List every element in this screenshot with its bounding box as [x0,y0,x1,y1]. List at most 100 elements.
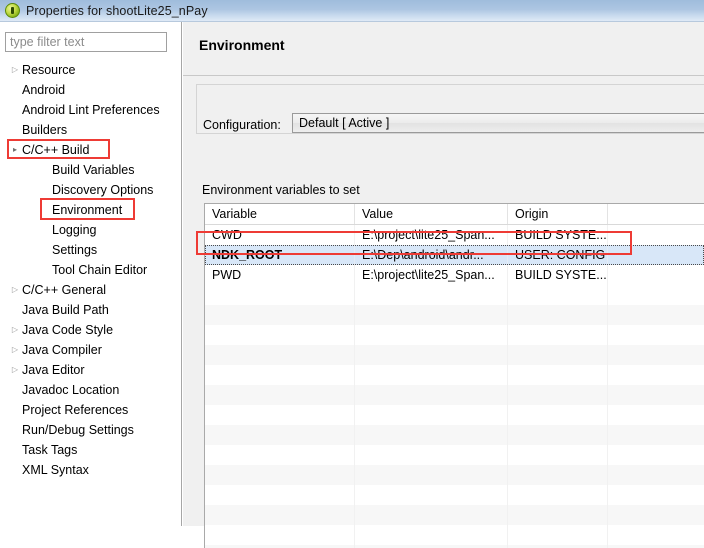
table-column-header[interactable]: Value [355,204,508,224]
table-cell-origin: BUILD SYSTE... [508,265,608,285]
chevron-right-icon[interactable] [8,320,22,340]
table-row-empty[interactable] [205,425,704,445]
table-row-empty[interactable] [205,405,704,425]
table-cell-empty [205,505,355,525]
sidebar-item-tool-chain-editor[interactable]: Tool Chain Editor [0,260,181,280]
sidebar-item-label: Java Editor [22,363,85,377]
table-row-empty[interactable] [205,445,704,465]
table-row-empty[interactable] [205,525,704,545]
chevron-down-icon[interactable] [8,140,22,160]
chevron-right-icon[interactable] [8,60,22,80]
table-cell-empty [355,505,508,525]
window-title-bar: Properties for shootLite25_nPay [0,0,704,22]
sidebar-item-label: Build Variables [52,163,135,177]
sidebar-item-label: Resource [22,63,76,77]
sidebar-item-javadoc-location[interactable]: Javadoc Location [0,380,181,400]
table-cell-origin: BUILD SYSTE... [508,225,608,245]
table-row-empty[interactable] [205,285,704,305]
sidebar-item-android-lint-preferences[interactable]: Android Lint Preferences [0,100,181,120]
table-row-empty[interactable] [205,465,704,485]
sidebar-item-xml-syntax[interactable]: XML Syntax [0,460,181,480]
table-cell-empty [508,385,608,405]
table-row-empty[interactable] [205,365,704,385]
sidebar-item-build-variables[interactable]: Build Variables [0,160,181,180]
table-row-empty[interactable] [205,385,704,405]
table-cell-empty [355,385,508,405]
table-cell-empty [355,305,508,325]
sidebar-item-java-compiler[interactable]: Java Compiler [0,340,181,360]
sidebar-item-task-tags[interactable]: Task Tags [0,440,181,460]
table-row-empty[interactable] [205,325,704,345]
table-cell-empty [205,405,355,425]
table-cell-extra [608,245,704,265]
sidebar-item-label: Discovery Options [52,183,154,197]
table-cell-value: E:\project\lite25_Span... [355,265,508,285]
environment-variables-table[interactable]: Variable Value Origin CWD E:\project\lite25… [204,203,704,548]
table-cell-empty [508,485,608,505]
table-cell-empty [508,285,608,305]
sidebar-item-java-code-style[interactable]: Java Code Style [0,320,181,340]
sidebar-item-label: Tool Chain Editor [52,263,148,277]
sidebar-item-discovery-options[interactable]: Discovery Options [0,180,181,200]
sidebar-item-label: C/C++ Build [22,143,90,157]
chevron-right-icon[interactable] [8,340,22,360]
configuration-dropdown[interactable]: Default [ Active ] [292,113,704,133]
table-cell-value: E:\project\lite25_Span... [355,225,508,245]
table-cell-empty [355,525,508,545]
table-row[interactable]: PWD E:\project\lite25_Span... BUILD SYSTE.… [205,265,704,285]
table-row-empty[interactable] [205,485,704,505]
table-cell-empty [205,465,355,485]
sidebar-item-label: Javadoc Location [22,383,120,397]
table-header-row: Variable Value Origin [205,204,704,225]
table-cell-empty [508,365,608,385]
table-body: CWD E:\project\lite25_Span... BUILD SYSTE.… [205,225,704,548]
environment-settings-panel: Environment Configuration: Default [ Act… [183,22,704,548]
table-row-empty[interactable] [205,345,704,365]
table-cell-empty [608,485,704,505]
chevron-right-icon[interactable] [8,360,22,380]
table-cell-empty [355,465,508,485]
sidebar-item-c-c-general[interactable]: C/C++ General [0,280,181,300]
table-cell-empty [608,525,704,545]
table-cell-empty [355,345,508,365]
table-row-empty[interactable] [205,505,704,525]
table-cell-empty [608,285,704,305]
sidebar-item-settings[interactable]: Settings [0,240,181,260]
preferences-sidebar: Resource Android Android Lint Preferences B… [0,22,182,526]
table-cell-empty [508,425,608,445]
sidebar-item-logging[interactable]: Logging [0,220,181,240]
table-row[interactable]: CWD E:\project\lite25_Span... BUILD SYSTE.… [205,225,704,245]
table-row[interactable]: NDK_ROOT E:\Dep\android\andr... USER: CONF… [205,245,704,265]
sidebar-item-project-references[interactable]: Project References [0,400,181,420]
sidebar-item-run-debug-settings[interactable]: Run/Debug Settings [0,420,181,440]
table-cell-empty [508,445,608,465]
sidebar-item-label: Java Build Path [22,303,109,317]
table-cell-empty [508,345,608,365]
sidebar-item-c-c-build[interactable]: C/C++ Build [0,140,181,160]
table-cell-empty [608,425,704,445]
sidebar-item-builders[interactable]: Builders [0,120,181,140]
table-cell-empty [205,425,355,445]
sidebar-item-label: Run/Debug Settings [22,423,134,437]
table-cell-empty [355,325,508,345]
filter-input[interactable] [5,32,167,52]
table-cell-origin: USER: CONFIG [508,245,608,265]
table-column-header[interactable]: Variable [205,204,355,224]
sidebar-item-environment[interactable]: Environment [0,200,181,220]
table-row-empty[interactable] [205,305,704,325]
table-cell-empty [608,325,704,345]
sidebar-item-java-editor[interactable]: Java Editor [0,360,181,380]
sidebar-item-android[interactable]: Android [0,80,181,100]
sidebar-item-java-build-path[interactable]: Java Build Path [0,300,181,320]
sidebar-item-label: Java Compiler [22,343,102,357]
table-cell-empty [355,425,508,445]
chevron-right-icon[interactable] [8,280,22,300]
sidebar-item-label: Task Tags [22,443,78,457]
table-cell-empty [355,285,508,305]
table-cell-variable: PWD [205,265,355,285]
table-column-header[interactable] [608,204,704,224]
table-cell-empty [508,325,608,345]
sidebar-item-resource[interactable]: Resource [0,60,181,80]
table-cell-empty [608,305,704,325]
table-column-header[interactable]: Origin [508,204,608,224]
